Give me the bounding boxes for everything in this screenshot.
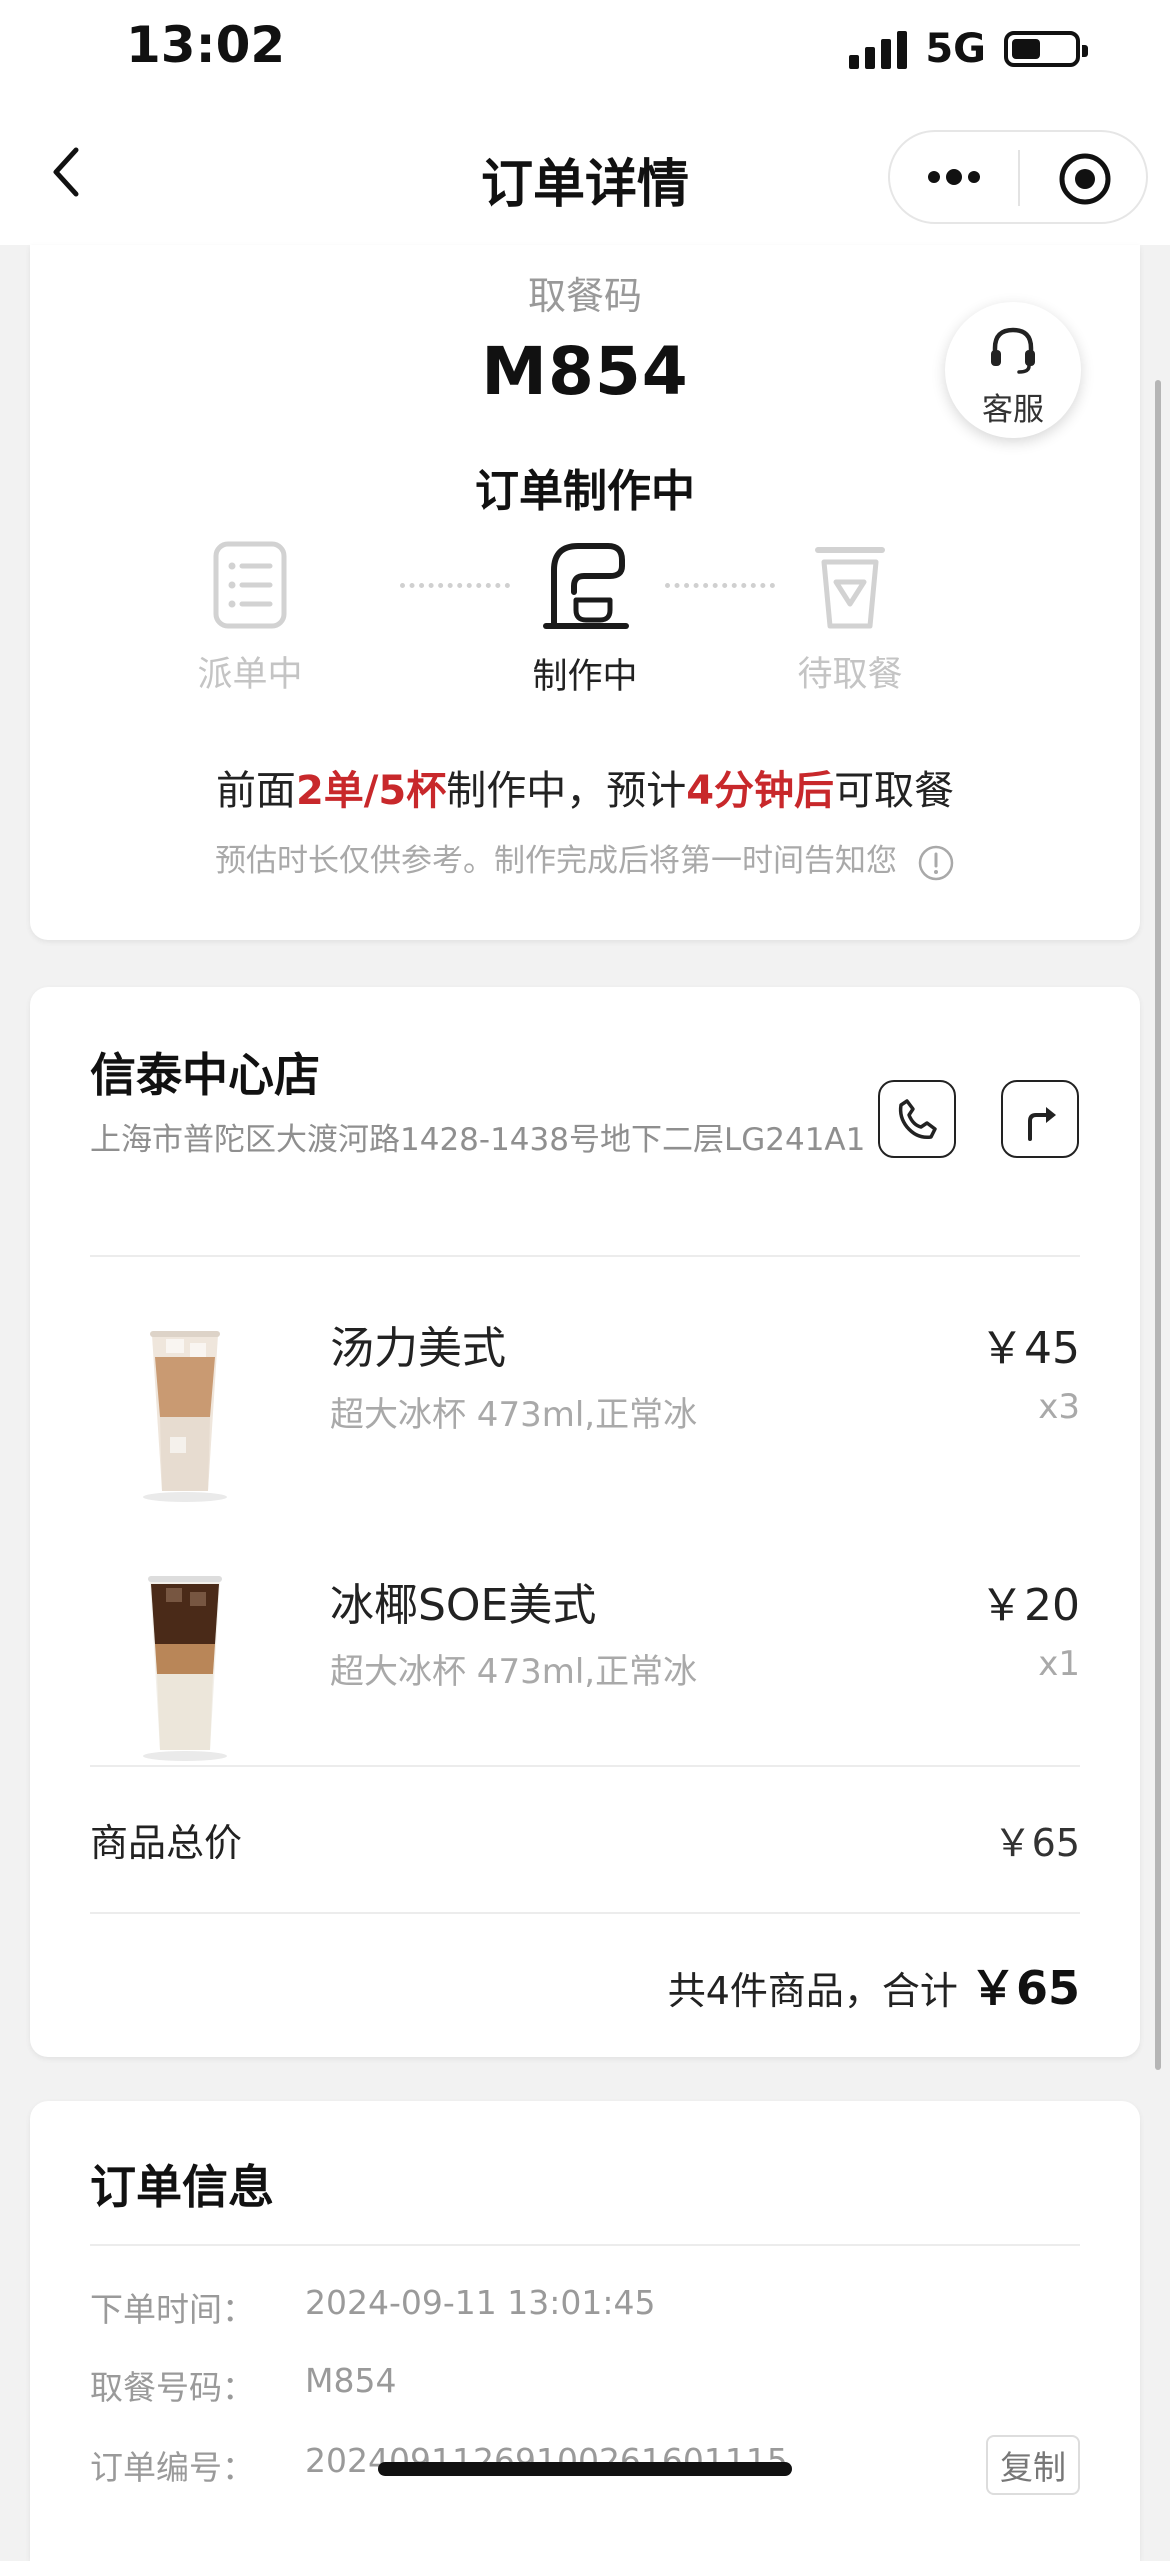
step-label: 待取餐 <box>797 655 903 695</box>
order-info-title: 订单信息 <box>90 2160 274 2214</box>
divider <box>90 2244 1080 2246</box>
navigate-store-button[interactable] <box>1001 1080 1079 1158</box>
store-address: 上海市普陀区大渡河路1428-1438号地下二层LG241A1 <box>90 1122 866 1158</box>
divider <box>90 1255 1080 1257</box>
call-store-button[interactable] <box>878 1080 956 1158</box>
phone-icon <box>898 1099 937 1140</box>
tonic-americano-image <box>143 1331 227 1502</box>
order-item: 冰椰SOE美式 超大冰杯 473ml,正常冰 ￥20 x1 <box>90 1544 1080 1764</box>
network-type: 5G <box>925 26 986 72</box>
item-spec: 超大冰杯 473ml,正常冰 <box>330 1395 698 1435</box>
order-list-icon <box>213 541 287 629</box>
status-indicators: 5G <box>849 24 1088 74</box>
capsule-divider <box>1018 150 1020 206</box>
mini-program-capsule <box>888 130 1148 224</box>
pickup-code-label: 取餐码 <box>527 274 642 318</box>
item-name: 冰椰SOE美式 <box>330 1580 597 1631</box>
info-icon[interactable] <box>917 844 955 882</box>
step-label: 制作中 <box>532 657 638 697</box>
status-bar: 13:02 5G <box>0 0 1170 100</box>
signal-icon <box>849 29 908 69</box>
eta: 4分钟后 <box>686 768 835 814</box>
coconut-soe-americano-image <box>143 1576 227 1761</box>
pickup-number-row: 取餐号码： M854 <box>90 2361 1080 2411</box>
item-spec: 超大冰杯 473ml,正常冰 <box>330 1652 698 1692</box>
total-prefix: 共4件商品，合计 <box>667 1969 958 2013</box>
step-dispatch: 派单中 <box>150 540 350 697</box>
divider <box>90 1765 1080 1767</box>
order-total: 共4件商品，合计 ￥65 <box>668 1952 1080 2018</box>
scrollbar[interactable] <box>1155 380 1161 2070</box>
item-quantity: x3 <box>1038 1387 1080 1427</box>
copy-order-number-button[interactable]: 复制 <box>986 2435 1080 2495</box>
total-amount: ￥65 <box>969 1961 1080 2015</box>
step-making: 制作中 <box>485 540 685 699</box>
status-time: 13:02 <box>126 16 286 74</box>
subtotal-label: 商品总价 <box>90 1821 243 1865</box>
info-label: 订单编号： <box>90 2448 255 2487</box>
customer-service-button[interactable]: 客服 <box>945 302 1081 438</box>
progress-text: 前面 <box>215 768 296 814</box>
step-pickup: 待取餐 <box>750 540 950 697</box>
nav-bar: 订单详情 <box>0 100 1170 245</box>
info-label: 取餐号码： <box>90 2368 255 2407</box>
home-indicator[interactable] <box>378 2462 792 2476</box>
navigation-icon <box>1028 1107 1056 1141</box>
info-value: M854 <box>305 2361 397 2400</box>
item-price: ￥20 <box>980 1580 1080 1631</box>
divider <box>90 1912 1080 1914</box>
cup-icon <box>815 547 885 629</box>
battery-icon <box>1004 31 1088 67</box>
close-miniprogram-icon[interactable] <box>1058 152 1112 206</box>
progress-text: 可取餐 <box>834 768 955 814</box>
queue-count: 2单/5杯 <box>295 768 447 814</box>
item-quantity: x1 <box>1038 1644 1080 1684</box>
order-state: 订单制作中 <box>475 466 695 517</box>
progress-text: 制作中，预计 <box>446 768 687 814</box>
item-price: ￥45 <box>980 1323 1080 1374</box>
order-item: 汤力美式 超大冰杯 473ml,正常冰 ￥45 x3 <box>90 1287 1080 1507</box>
order-time-row: 下单时间： 2024-09-11 13:01:45 <box>90 2283 1080 2333</box>
order-info-card: 订单信息 下单时间： 2024-09-11 13:01:45 取餐号码： M85… <box>30 2101 1140 2561</box>
item-name: 汤力美式 <box>330 1323 506 1374</box>
estimate-hint: 预估时长仅供参考。制作完成后将第一时间告知您 <box>30 835 1140 882</box>
more-icon[interactable] <box>924 162 984 192</box>
info-label: 下单时间： <box>90 2290 255 2329</box>
coffee-machine-icon <box>543 543 629 629</box>
headset-icon <box>991 327 1035 374</box>
subtotal-value: ￥65 <box>993 1821 1080 1865</box>
customer-service-label: 客服 <box>982 392 1044 428</box>
hint-text: 预估时长仅供参考。制作完成后将第一时间告知您 <box>215 843 898 879</box>
store-name: 信泰中心店 <box>90 1048 320 1102</box>
store-card: 信泰中心店 上海市普陀区大渡河路1428-1438号地下二层LG241A1 汤力… <box>30 987 1140 2057</box>
step-label: 派单中 <box>197 655 303 695</box>
info-value: 2024-09-11 13:01:45 <box>305 2283 656 2322</box>
queue-progress: 前面2单/5杯制作中，预计4分钟后可取餐 <box>30 758 1140 816</box>
